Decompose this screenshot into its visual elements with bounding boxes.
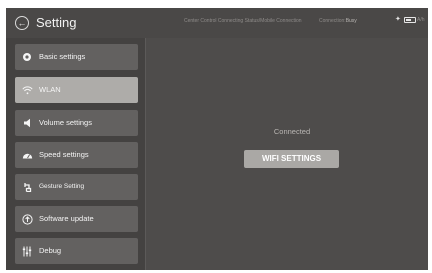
battery-label: A/h — [417, 17, 425, 23]
connection-status-text: Center Control Connecting Status/Mobile … — [184, 18, 302, 24]
sliders-icon — [15, 238, 39, 264]
bluetooth-icon: ✦ — [395, 16, 401, 23]
sidebar-item-wlan[interactable]: WLAN — [15, 77, 138, 103]
sidebar-item-speed-settings[interactable]: Speed settings — [15, 142, 138, 168]
hand-icon — [15, 174, 39, 200]
connection-label: Connection: — [319, 18, 346, 24]
sidebar-item-label: WLAN — [39, 85, 61, 94]
wifi-settings-button[interactable]: WIFI SETTINGS — [244, 150, 339, 168]
wifi-icon — [15, 77, 39, 103]
sidebar-item-debug[interactable]: Debug — [15, 238, 138, 264]
connection-state: Connection:Busy — [319, 17, 357, 25]
wlan-panel: Connected WIFI SETTINGS — [146, 38, 428, 270]
sidebar-item-volume-settings[interactable]: Volume settings — [15, 110, 138, 136]
connection-status-label: Connected — [273, 127, 311, 136]
top-bar: ← Setting Center Control Connecting Stat… — [6, 8, 428, 38]
settings-sidebar: Basic settings WLAN Volume settings Spee… — [6, 38, 146, 270]
sidebar-item-basic-settings[interactable]: Basic settings — [15, 44, 138, 70]
speaker-icon — [15, 110, 39, 136]
sidebar-item-label: Software update — [39, 214, 94, 223]
settings-screen: ← Setting Center Control Connecting Stat… — [6, 8, 428, 270]
sidebar-item-label: Debug — [39, 246, 62, 255]
sidebar-item-software-update[interactable]: Software update — [15, 206, 138, 232]
gear-icon — [15, 44, 39, 70]
sidebar-item-label: Speed settings — [39, 150, 89, 159]
speedometer-icon — [15, 142, 39, 168]
page-title: Setting — [36, 15, 77, 30]
back-arrow-icon[interactable]: ← — [15, 16, 29, 30]
update-icon — [15, 206, 39, 232]
connection-value: Busy — [345, 18, 357, 24]
sidebar-item-label: Basic settings — [39, 52, 86, 61]
sidebar-item-label: Gesture Setting — [39, 183, 85, 190]
battery-icon — [404, 17, 416, 23]
sidebar-item-label: Volume settings — [39, 118, 92, 127]
sidebar-item-gesture-setting[interactable]: Gesture Setting — [15, 174, 138, 200]
